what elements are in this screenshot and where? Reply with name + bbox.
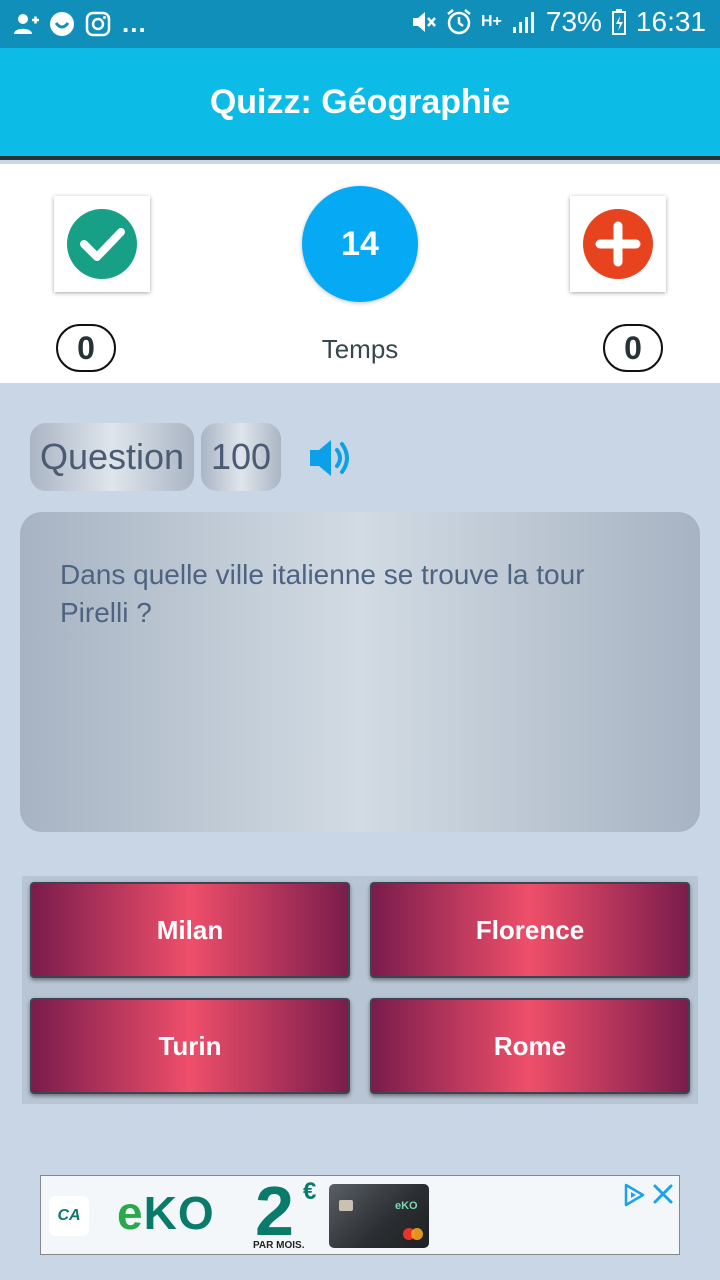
status-bar: ... H+ 73% 16:31 xyxy=(0,0,720,48)
question-number: 100 xyxy=(201,423,281,491)
mute-icon xyxy=(412,12,436,32)
battery-charging-icon xyxy=(611,9,626,35)
signal-icon xyxy=(512,12,534,33)
ad-currency: € xyxy=(303,1178,317,1205)
timer-circle: 14 xyxy=(302,186,418,302)
question-box: Dans quelle ville italienne se trouve la… xyxy=(20,512,700,832)
question-text: Dans quelle ville italienne se trouve la… xyxy=(60,559,585,628)
answer-button-4[interactable]: Rome xyxy=(370,998,690,1094)
more-notifications: ... xyxy=(122,8,147,38)
smiley-icon xyxy=(50,11,74,36)
mastercard-icon xyxy=(403,1228,423,1240)
card-chip xyxy=(339,1200,353,1211)
ad-brand-e: e xyxy=(117,1187,144,1239)
answer-button-1[interactable]: Milan xyxy=(30,882,350,978)
speaker-icon[interactable] xyxy=(308,436,354,480)
ad-brand-ko: KO xyxy=(143,1187,215,1239)
plus-circle-icon xyxy=(583,209,653,279)
correct-count-badge: 0 xyxy=(56,324,116,372)
battery-percent: 73% xyxy=(545,6,602,37)
ad-banner[interactable]: CA eKO 2 € PAR MOIS. eKO xyxy=(40,1175,680,1255)
ad-price: 2 xyxy=(255,1175,294,1250)
ad-logo: CA xyxy=(49,1196,89,1236)
card-brand: eKO xyxy=(395,1200,418,1212)
close-icon[interactable] xyxy=(651,1182,675,1206)
instagram-icon xyxy=(85,11,111,36)
page-title: Quizz: Géographie xyxy=(209,82,511,121)
ad-card-image: eKO xyxy=(329,1184,429,1248)
answer-button-3[interactable]: Turin xyxy=(30,998,350,1094)
answer-button-2[interactable]: Florence xyxy=(370,882,690,978)
clock: 16:31 xyxy=(635,6,706,37)
score-panel: 14 0 Temps 0 xyxy=(0,164,720,383)
correct-answers-card[interactable] xyxy=(54,196,150,292)
alarm-icon xyxy=(447,9,471,35)
check-circle-icon xyxy=(67,209,137,279)
status-bar-system: H+ 73% 16:31 xyxy=(409,6,706,38)
bonus-card[interactable] xyxy=(570,196,666,292)
status-bar-notifications: ... xyxy=(12,8,147,39)
bonus-count-badge: 0 xyxy=(603,324,663,372)
ad-brand: eKO xyxy=(117,1186,215,1240)
ad-choices-icon[interactable] xyxy=(621,1182,647,1208)
question-label: Question xyxy=(30,423,194,491)
network-type: H+ xyxy=(480,13,502,30)
answers-grid: Milan Florence Turin Rome xyxy=(22,876,698,1104)
add-contact-icon xyxy=(14,13,39,34)
timer-label: Temps xyxy=(321,334,399,364)
ad-price-suffix: PAR MOIS. xyxy=(253,1240,305,1251)
app-bar: Quizz: Géographie xyxy=(0,48,720,160)
